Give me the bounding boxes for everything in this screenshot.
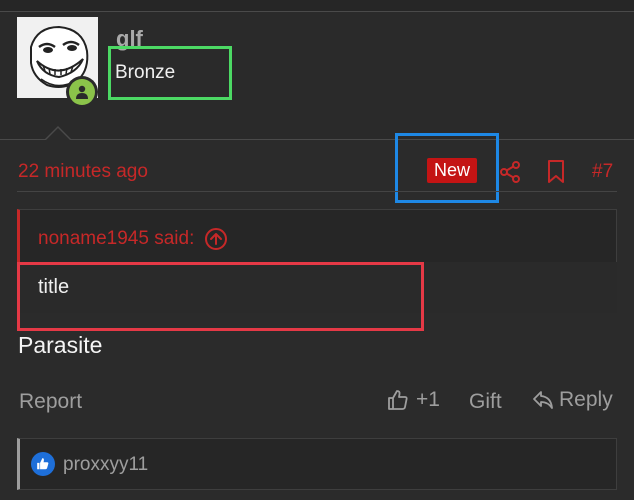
user-icon: [76, 85, 88, 99]
online-status-badge: [66, 76, 98, 108]
gift-button[interactable]: Gift: [469, 390, 502, 414]
post-body: Parasite: [18, 332, 103, 358]
divider: [17, 191, 617, 192]
user-rank: Bronze: [115, 62, 176, 83]
divider: [0, 139, 634, 140]
new-badge: New: [427, 158, 478, 183]
post-number[interactable]: #7: [592, 161, 613, 183]
arrow-up-circle-icon[interactable]: [204, 227, 228, 251]
post-timestamp[interactable]: 22 minutes ago: [18, 161, 148, 183]
share-icon[interactable]: [498, 160, 522, 184]
reply-label: Reply: [559, 388, 613, 411]
quote-author: noname1945 said:: [38, 228, 195, 249]
reply-button[interactable]: Reply: [531, 388, 613, 412]
quote-header[interactable]: noname1945 said:: [38, 227, 228, 251]
thumbs-up-icon: [37, 458, 49, 470]
like-reaction-icon: [31, 452, 55, 476]
thumbs-up-icon: [388, 390, 408, 410]
bookmark-icon[interactable]: [544, 159, 568, 185]
report-button[interactable]: Report: [19, 390, 82, 414]
like-button[interactable]: +1: [386, 388, 440, 412]
like-count: +1: [416, 388, 440, 411]
likes-username[interactable]: proxxyy11: [63, 454, 148, 476]
quote-highlight-box: [17, 262, 424, 331]
reply-icon: [533, 391, 553, 409]
top-bar: [0, 0, 634, 12]
